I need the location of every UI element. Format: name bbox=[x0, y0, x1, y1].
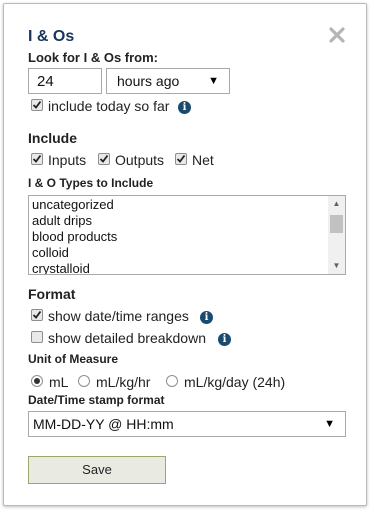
show-breakdown-checkbox[interactable] bbox=[31, 331, 43, 343]
list-item[interactable]: adult drips bbox=[32, 213, 92, 228]
include-today-label: include today so far bbox=[48, 98, 170, 114]
list-item[interactable]: colloid bbox=[32, 245, 69, 260]
scroll-down-icon[interactable]: ▼ bbox=[328, 258, 345, 274]
show-ranges-label: show date/time ranges bbox=[48, 308, 189, 324]
format-heading: Format bbox=[28, 286, 76, 302]
unit-mlkgday-label: mL/kg/day (24h) bbox=[184, 374, 286, 390]
unit-mlkghr-radio[interactable] bbox=[78, 375, 90, 387]
include-today-checkbox[interactable] bbox=[31, 99, 43, 111]
timestamp-format-select[interactable]: MM-DD-YY @ HH:mm ▼ bbox=[28, 411, 346, 437]
unit-ml-label: mL bbox=[49, 374, 69, 390]
include-heading: Include bbox=[28, 130, 78, 146]
save-button[interactable]: Save bbox=[28, 456, 166, 484]
net-label: Net bbox=[192, 152, 214, 168]
inputs-label: Inputs bbox=[48, 152, 87, 168]
scroll-up-icon[interactable]: ▲ bbox=[328, 196, 345, 212]
list-item[interactable]: crystalloid bbox=[32, 261, 90, 274]
io-types-listbox[interactable]: uncategorized adult drips blood products… bbox=[28, 195, 346, 275]
list-item[interactable]: blood products bbox=[32, 229, 117, 244]
io-dialog: I & Os Look for I & Os from: hours ago ▼… bbox=[3, 3, 367, 506]
hours-input[interactable] bbox=[28, 68, 102, 94]
outputs-checkbox[interactable] bbox=[98, 153, 110, 165]
info-icon[interactable]: i bbox=[200, 311, 213, 324]
net-checkbox[interactable] bbox=[175, 153, 187, 165]
types-heading: I & O Types to Include bbox=[28, 176, 154, 190]
dropdown-arrow-icon: ▼ bbox=[324, 418, 335, 430]
time-unit-value: hours ago bbox=[117, 73, 180, 89]
timestamp-format-value: MM-DD-YY @ HH:mm bbox=[33, 416, 174, 432]
unit-mlkgday-radio[interactable] bbox=[166, 375, 178, 387]
info-icon[interactable]: i bbox=[218, 333, 231, 346]
dialog-title: I & Os bbox=[28, 28, 75, 45]
show-ranges-checkbox[interactable] bbox=[31, 309, 43, 321]
unit-heading: Unit of Measure bbox=[28, 352, 119, 366]
list-item[interactable]: uncategorized bbox=[32, 197, 114, 212]
dropdown-arrow-icon: ▼ bbox=[208, 75, 219, 87]
show-breakdown-label: show detailed breakdown bbox=[48, 330, 206, 346]
close-icon[interactable] bbox=[326, 24, 348, 46]
listbox-scrollbar[interactable]: ▲ ▼ bbox=[328, 196, 345, 274]
info-icon[interactable]: i bbox=[178, 101, 191, 114]
time-unit-select[interactable]: hours ago ▼ bbox=[106, 68, 230, 94]
inputs-checkbox[interactable] bbox=[31, 153, 43, 165]
unit-mlkghr-label: mL/kg/hr bbox=[96, 374, 151, 390]
unit-ml-radio[interactable] bbox=[31, 375, 43, 387]
outputs-label: Outputs bbox=[115, 152, 165, 168]
timestamp-heading: Date/Time stamp format bbox=[28, 393, 165, 407]
lookback-label: Look for I & Os from: bbox=[28, 50, 158, 65]
scrollbar-thumb[interactable] bbox=[330, 215, 343, 233]
